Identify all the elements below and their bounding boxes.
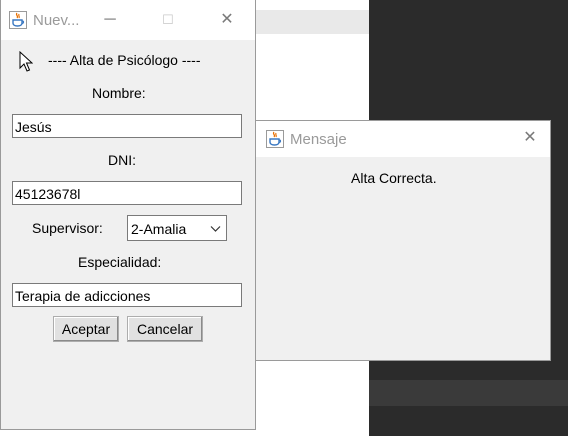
title-bar[interactable]: Nuev... ─ ☐ ✕ xyxy=(1,0,255,40)
background-status-bar xyxy=(369,380,568,406)
supervisor-label: Supervisor: xyxy=(32,220,103,236)
mouse-pointer-icon xyxy=(19,50,34,76)
java-cup-icon xyxy=(266,130,284,148)
dialog-title-bar[interactable]: Mensaje ✕ xyxy=(256,121,550,157)
java-cup-icon xyxy=(9,11,27,29)
window-title: Nuev... xyxy=(33,12,80,29)
nombre-label: Nombre: xyxy=(92,85,146,101)
supervisor-select[interactable]: 2-Amalia xyxy=(127,215,227,241)
minimize-button[interactable]: ─ xyxy=(95,6,125,34)
form-heading: ---- Alta de Psicólogo ---- xyxy=(48,52,201,68)
supervisor-selected-value: 2-Amalia xyxy=(131,221,187,237)
dialog-message: Alta Correcta. xyxy=(351,170,437,186)
chevron-down-icon xyxy=(210,221,221,239)
dialog-close-button[interactable]: ✕ xyxy=(515,124,545,152)
especialidad-field[interactable]: Terapia de adicciones xyxy=(12,283,242,307)
dni-label: DNI: xyxy=(108,152,136,168)
mensaje-dialog: Mensaje ✕ Alta Correcta. xyxy=(255,120,551,361)
cancelar-button[interactable]: Cancelar xyxy=(127,316,203,342)
nombre-field[interactable]: Jesús xyxy=(12,114,242,138)
dialog-title: Mensaje xyxy=(290,131,347,148)
background-toolbar-strip xyxy=(256,10,370,34)
aceptar-button[interactable]: Aceptar xyxy=(53,316,119,342)
especialidad-label: Especialidad: xyxy=(78,254,162,270)
alta-psicologo-window: Nuev... ─ ☐ ✕ ---- Alta de Psicólogo ---… xyxy=(0,0,256,430)
maximize-button[interactable]: ☐ xyxy=(153,6,183,34)
close-button[interactable]: ✕ xyxy=(212,6,242,34)
dni-field[interactable]: 45123678l xyxy=(12,181,242,205)
